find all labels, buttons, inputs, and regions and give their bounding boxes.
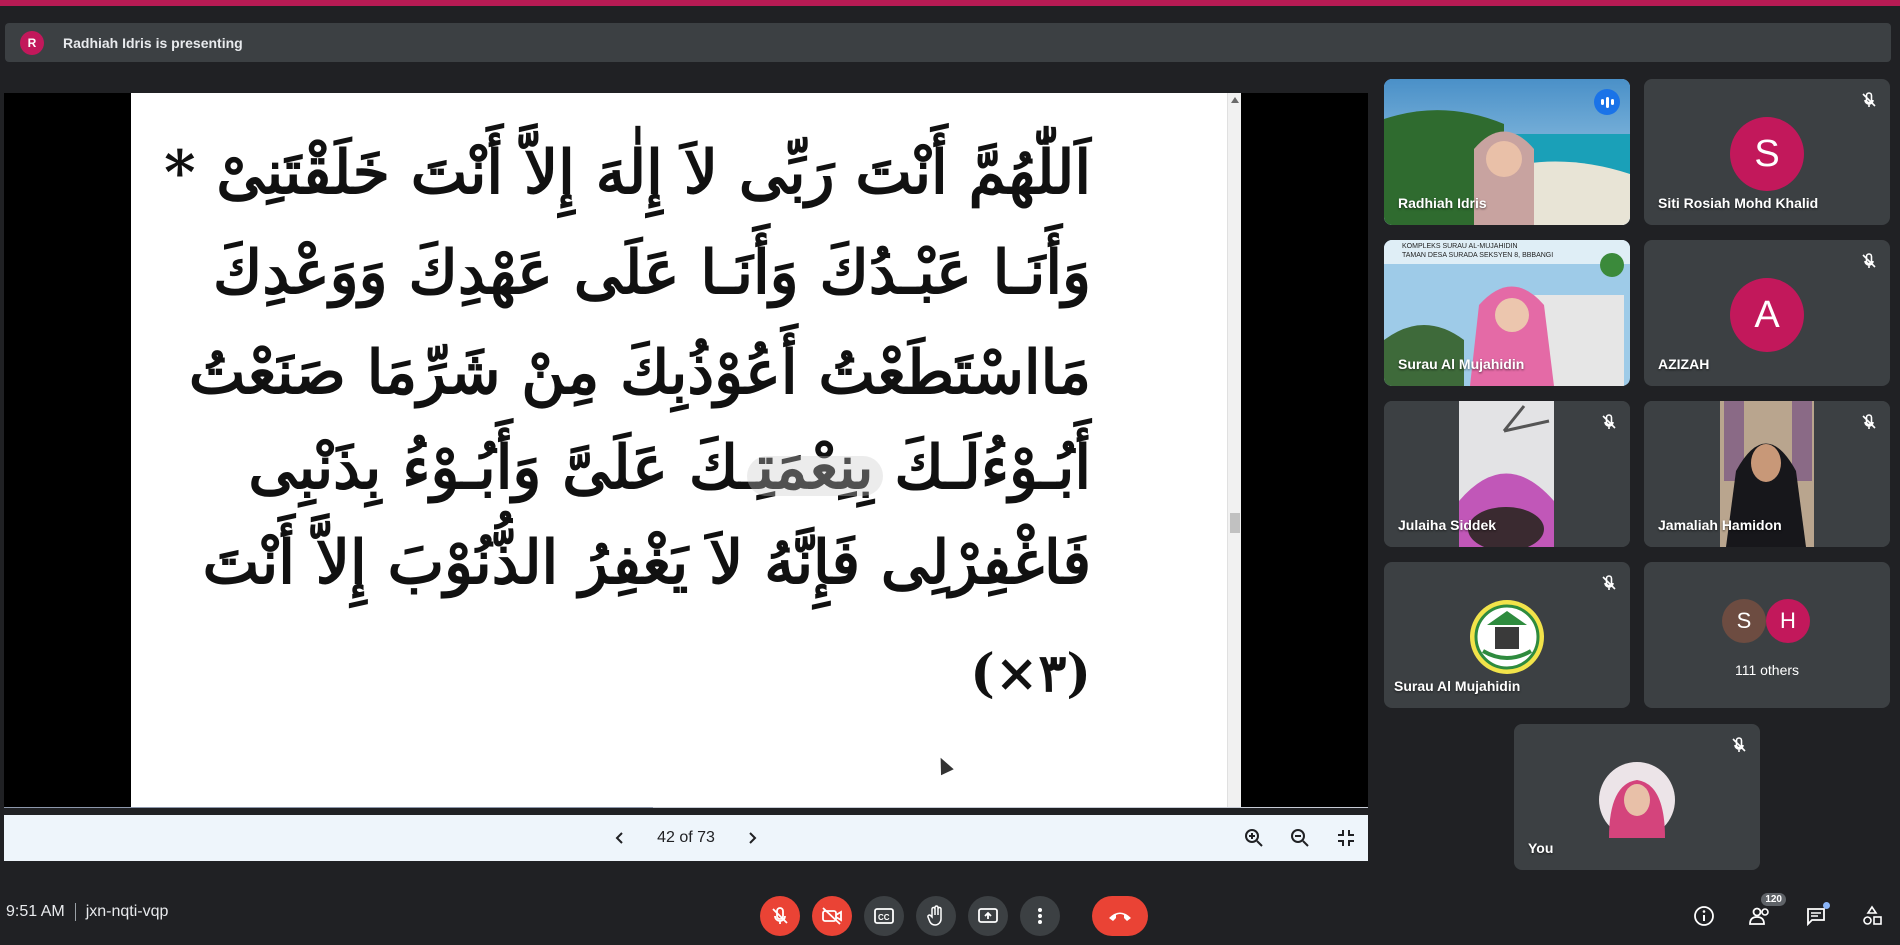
scroll-up-icon[interactable]: [1231, 97, 1239, 103]
presenting-banner: R Radhiah Idris is presenting: [5, 23, 1891, 62]
presenter-avatar: R: [20, 30, 44, 55]
meeting-details-button[interactable]: [1688, 896, 1720, 936]
present-screen-icon: [978, 908, 998, 923]
toggle-camera-button[interactable]: [812, 896, 852, 936]
slide-line-3: مَااسْتَطَعْتُ أَعُوْذُبِكَ مِنْ شَرِّمَ…: [188, 338, 1091, 408]
prev-page-button[interactable]: [605, 823, 635, 853]
mic-off-icon: [1862, 92, 1876, 107]
hover-controls-overlay[interactable]: [747, 456, 883, 496]
chat-unread-dot: [1823, 902, 1830, 909]
participant-tile-julaiha[interactable]: Julaiha Siddek: [1384, 401, 1630, 547]
slide-line-6: (٣×): [970, 643, 1091, 704]
self-avatar-photo: [1599, 762, 1675, 838]
next-page-button[interactable]: [737, 823, 767, 853]
raise-hand-button[interactable]: [916, 896, 956, 936]
participant-tile-others[interactable]: S H 111 others: [1644, 562, 1890, 708]
divider: [74, 903, 76, 921]
chevron-right-icon: [749, 832, 757, 844]
slide-controls-bar: 42 of 73: [4, 815, 1368, 861]
camera-off-icon: [822, 907, 842, 925]
people-count-badge: 120: [1761, 893, 1786, 906]
more-vertical-icon: [1038, 908, 1042, 924]
people-icon: [1749, 907, 1769, 925]
participant-name: Julaiha Siddek: [1398, 517, 1497, 533]
participant-name: Surau Al Mujahidin: [1394, 678, 1521, 694]
captions-icon: CC: [874, 908, 894, 924]
present-screen-button[interactable]: [968, 896, 1008, 936]
participant-name: Jamaliah Hamidon: [1658, 517, 1782, 533]
mic-off-icon: [1862, 253, 1876, 268]
leave-call-button[interactable]: [1092, 896, 1148, 936]
toggle-mic-button[interactable]: [760, 896, 800, 936]
participant-tile-radhiah[interactable]: Radhiah Idris: [1384, 79, 1630, 225]
participant-avatar: A: [1730, 278, 1804, 352]
slide-line-4: أَبُـوْءُلَـكَ بِنِعْمَتِـكَ عَلَىَّ وَأ…: [248, 433, 1091, 503]
call-controls: CC: [760, 896, 1148, 936]
raise-hand-icon: [927, 905, 942, 926]
chevron-left-icon: [615, 832, 623, 844]
page-indicator: 42 of 73: [657, 829, 715, 846]
chat-button[interactable]: [1800, 896, 1832, 936]
participant-name: Surau Al Mujahidin: [1398, 356, 1525, 372]
mic-off-icon: [1862, 414, 1876, 429]
chat-icon: [1807, 908, 1825, 926]
participant-name: Siti Rosiah Mohd Khalid: [1658, 195, 1819, 211]
people-button[interactable]: 120: [1744, 893, 1786, 936]
slide-line-2: وَأَنَـا عَبْـدُكَ وَأَنَـا عَلَى عَهْدِ…: [212, 238, 1091, 308]
others-avatar-2: H: [1766, 599, 1810, 643]
mic-off-icon: [1602, 414, 1616, 429]
slide-line-1: اَللّٰهُمَّ أَنْتَ رَبِّى لاَ إِلٰهَ إِل…: [164, 138, 1091, 208]
captions-button[interactable]: CC: [864, 896, 904, 936]
participant-tile-surau-logo[interactable]: Surau Al Mujahidin: [1384, 562, 1630, 708]
slide-document: اَللّٰهُمَّ أَنْتَ رَبِّى لاَ إِلٰهَ إِل…: [131, 93, 1241, 807]
mic-off-icon: [1732, 737, 1746, 752]
participant-name: Radhiah Idris: [1398, 195, 1487, 211]
exit-fullscreen-icon: [1338, 830, 1354, 846]
more-options-button[interactable]: [1020, 896, 1060, 936]
meeting-bottom-bar: 9:51 AM jxn-nqti-vqp CC 120: [0, 885, 1900, 945]
mouse-cursor-icon: [934, 754, 954, 776]
mic-off-icon: [1602, 575, 1616, 590]
svg-text:CC: CC: [878, 913, 890, 922]
presenting-text: Radhiah Idris is presenting: [63, 34, 243, 51]
presentation-stage: اَللّٰهُمَّ أَنْتَ رَبِّى لاَ إِلٰهَ إِل…: [4, 93, 1368, 808]
others-avatar-1: S: [1722, 599, 1766, 643]
zoom-out-button[interactable]: [1288, 826, 1312, 850]
slide-progress-bar: [4, 807, 1368, 808]
top-accent-strip: [0, 0, 1900, 6]
participant-tile-you[interactable]: You: [1514, 724, 1760, 870]
participant-tile-jamaliah[interactable]: Jamaliah Hamidon: [1644, 401, 1890, 547]
meeting-code: jxn-nqti-vqp: [85, 903, 169, 920]
speaking-indicator-icon: [1594, 89, 1620, 115]
meeting-info: 9:51 AM jxn-nqti-vqp: [6, 903, 168, 921]
slide-line-5: فَاغْفِرْلِى فَإِنَّهُ لاَ يَغْفِرُ الذُ…: [202, 528, 1091, 598]
scroll-thumb[interactable]: [1230, 513, 1240, 533]
zoom-in-button[interactable]: [1242, 826, 1266, 850]
zoom-out-icon: [1291, 829, 1309, 847]
activities-button[interactable]: [1856, 896, 1888, 936]
zoom-in-icon: [1245, 829, 1263, 847]
exit-fullscreen-button[interactable]: [1334, 826, 1358, 850]
mic-off-icon: [772, 907, 788, 924]
hang-up-icon: [1109, 912, 1131, 921]
participant-name: You: [1528, 840, 1554, 856]
participant-tile-azizah[interactable]: A AZIZAH: [1644, 240, 1890, 386]
participant-tile-siti[interactable]: S Siti Rosiah Mohd Khalid: [1644, 79, 1890, 225]
vertical-scrollbar[interactable]: [1227, 93, 1241, 807]
video-overlay-caption: KOMPLEKS SURAU AL-MUJAHIDIN TAMAN DESA S…: [1402, 243, 1554, 259]
meeting-tools: 120: [1688, 893, 1888, 936]
info-icon: [1694, 906, 1714, 926]
others-count-label: 111 others: [1734, 662, 1800, 678]
meeting-time: 9:51 AM: [6, 903, 65, 920]
slide-progress-fill: [4, 807, 654, 808]
participant-avatar: S: [1730, 117, 1804, 191]
surau-logo-icon: [1470, 600, 1544, 674]
participant-name: AZIZAH: [1658, 356, 1710, 372]
participant-tile-surau[interactable]: KOMPLEKS SURAU AL-MUJAHIDIN TAMAN DESA S…: [1384, 240, 1630, 386]
activities-icon: [1863, 905, 1882, 925]
